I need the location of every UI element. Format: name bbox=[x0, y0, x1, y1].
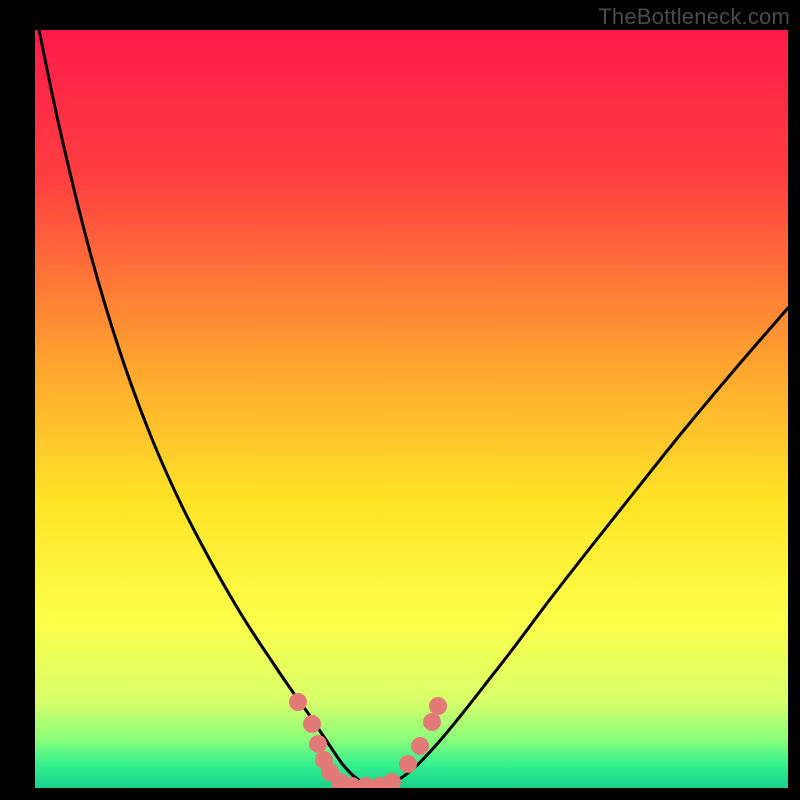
curve-marker bbox=[423, 713, 441, 731]
chart-frame: { "watermark": "TheBottleneck.com", "cha… bbox=[0, 0, 800, 800]
chart-svg bbox=[0, 0, 800, 800]
curve-marker bbox=[289, 693, 307, 711]
watermark: TheBottleneck.com bbox=[598, 4, 790, 30]
curve-marker bbox=[399, 755, 417, 773]
plot-area bbox=[35, 30, 788, 788]
curve-marker bbox=[309, 735, 327, 753]
curve-marker bbox=[383, 773, 401, 791]
curve-marker bbox=[429, 697, 447, 715]
curve-marker bbox=[303, 715, 321, 733]
curve-marker bbox=[411, 737, 429, 755]
